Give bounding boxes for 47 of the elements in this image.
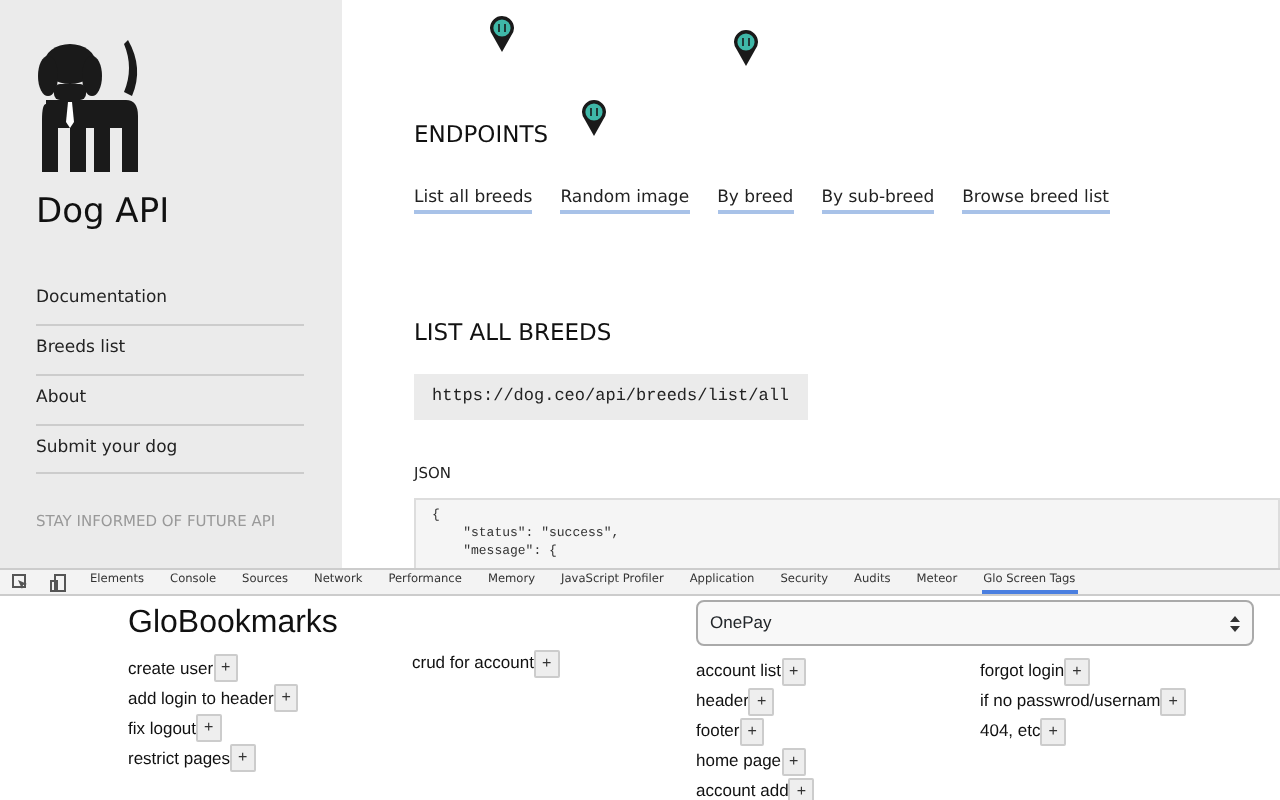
bookmark-label: 404, etc — [980, 718, 1041, 744]
sidebar-nav-link[interactable]: About — [36, 375, 304, 426]
map-pin-icon[interactable] — [734, 30, 758, 66]
sidebar-nav-link[interactable]: Documentation — [36, 276, 304, 327]
add-button[interactable]: + — [533, 649, 560, 677]
bookmark-label: home page — [696, 748, 782, 774]
add-button[interactable]: + — [788, 777, 814, 800]
site-title: Dog API — [36, 192, 172, 233]
endpoint-link[interactable]: Random image — [560, 188, 690, 215]
select-arrows-icon — [1230, 615, 1240, 631]
sidebar-nav-link[interactable]: Submit your dog — [36, 425, 304, 475]
section-heading: ENDPOINTS — [414, 122, 549, 150]
api-url-code: https://dog.ceo/api/breeds/list/all — [414, 374, 808, 420]
add-button[interactable]: + — [781, 747, 807, 775]
add-button[interactable]: + — [230, 744, 256, 773]
bookmark-label: header — [696, 688, 749, 714]
project-select[interactable]: OnePay — [696, 600, 1254, 646]
add-button[interactable]: + — [1064, 657, 1090, 685]
endpoint-link[interactable]: By sub-breed — [821, 188, 935, 215]
inspect-element-icon[interactable] — [12, 574, 28, 590]
add-button[interactable]: + — [739, 717, 765, 745]
device-toolbar-icon[interactable] — [50, 573, 66, 591]
bookmark-label: fix logout — [128, 715, 197, 741]
bookmark-label: account add — [696, 778, 789, 800]
bookmark-label: create user — [128, 655, 214, 681]
bookmark-label: crud for account — [412, 650, 534, 676]
add-button[interactable]: + — [1160, 687, 1186, 715]
add-button[interactable]: + — [196, 714, 222, 743]
add-button[interactable]: + — [781, 657, 807, 685]
section-heading: LIST ALL BREEDS — [414, 320, 612, 348]
add-button[interactable]: + — [213, 654, 239, 683]
map-pin-icon[interactable] — [582, 100, 606, 136]
bookmark-label: forgot login — [980, 658, 1065, 684]
map-pin-icon[interactable] — [490, 16, 514, 52]
endpoint-link[interactable]: By breed — [717, 188, 794, 215]
add-button[interactable]: + — [273, 684, 299, 713]
add-button[interactable]: + — [1040, 717, 1066, 745]
bookmark-label: account list — [696, 658, 782, 684]
bookmark-label: if no passwrod/usernam — [980, 688, 1161, 714]
sidebar-nav-link[interactable]: Breeds list — [36, 326, 304, 376]
endpoint-link[interactable]: Browse breed list — [962, 188, 1109, 215]
bookmark-label: footer — [696, 718, 740, 744]
bookmark-label: restrict pages — [128, 745, 231, 771]
bookmark-label: add login to header — [128, 685, 274, 711]
bookmarks-title: GloBookmarks — [128, 606, 338, 642]
add-button[interactable]: + — [748, 687, 775, 715]
endpoint-link[interactable]: List all breeds — [414, 188, 533, 215]
